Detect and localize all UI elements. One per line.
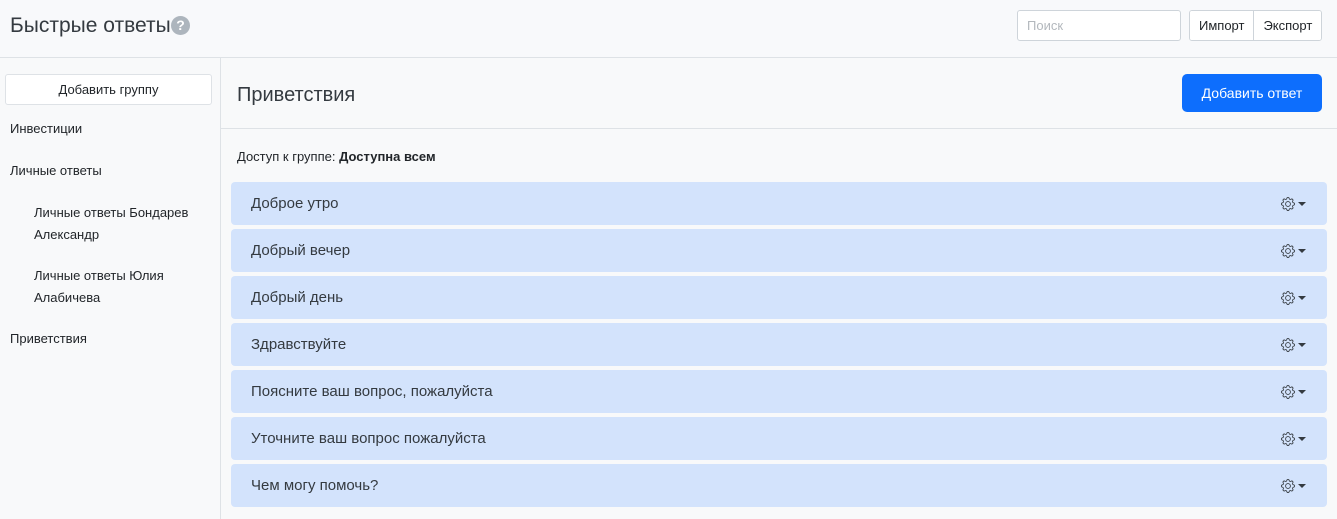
gear-icon	[1281, 244, 1295, 258]
gear-icon	[1281, 385, 1295, 399]
answer-label: Поясните ваш вопрос, пожалуйста	[251, 383, 493, 400]
sidebar-item-investments[interactable]: Инвестиции	[10, 118, 82, 140]
answer-row[interactable]: Доброе утро	[231, 182, 1327, 225]
row-settings-dropdown[interactable]	[1281, 195, 1309, 213]
answer-label: Добрый день	[251, 289, 344, 306]
gear-icon	[1281, 291, 1295, 305]
gear-icon	[1281, 197, 1295, 211]
answer-label: Чем могу помочь?	[251, 477, 379, 494]
answer-row[interactable]: Добрый день	[231, 276, 1327, 319]
answer-label: Доброе утро	[251, 195, 339, 212]
chevron-down-icon	[1298, 202, 1306, 206]
group-header: Приветствия Добавить ответ	[221, 58, 1337, 129]
import-button[interactable]: Импорт	[1190, 11, 1254, 40]
gear-icon	[1281, 479, 1295, 493]
gear-icon	[1281, 338, 1295, 352]
answer-row[interactable]: Чем могу помочь?	[231, 464, 1327, 507]
add-group-button[interactable]: Добавить группу	[5, 74, 212, 105]
question-circle-icon[interactable]: ?	[171, 16, 190, 35]
chevron-down-icon	[1298, 437, 1306, 441]
answer-row[interactable]: Здравствуйте	[231, 323, 1327, 366]
add-answer-button[interactable]: Добавить ответ	[1182, 74, 1322, 112]
chevron-down-icon	[1298, 296, 1306, 300]
answer-row[interactable]: Добрый вечер	[231, 229, 1327, 272]
row-settings-dropdown[interactable]	[1281, 289, 1309, 307]
access-value: Доступна всем	[339, 149, 436, 164]
answer-row[interactable]: Поясните ваш вопрос, пожалуйста	[231, 370, 1327, 413]
chevron-down-icon	[1298, 484, 1306, 488]
answer-label: Добрый вечер	[251, 242, 351, 259]
row-settings-dropdown[interactable]	[1281, 242, 1309, 260]
top-bar: Быстрые ответы ? Импорт Экспорт	[0, 0, 1337, 58]
sidebar: Добавить группу Инвестиции Личные ответы…	[0, 58, 221, 519]
row-settings-dropdown[interactable]	[1281, 477, 1309, 495]
gear-icon	[1281, 432, 1295, 446]
answer-label: Здравствуйте	[251, 336, 347, 353]
row-settings-dropdown[interactable]	[1281, 430, 1309, 448]
chevron-down-icon	[1298, 390, 1306, 394]
sidebar-item-greetings[interactable]: Приветствия	[10, 328, 87, 350]
page-title: Быстрые ответы	[10, 14, 171, 37]
chevron-down-icon	[1298, 249, 1306, 253]
group-access: Доступ к группе: Доступна всем	[237, 149, 436, 164]
row-settings-dropdown[interactable]	[1281, 383, 1309, 401]
search-input[interactable]	[1017, 10, 1181, 41]
group-title: Приветствия	[237, 84, 356, 106]
answer-row[interactable]: Уточните ваш вопрос пожалуйста	[231, 417, 1327, 460]
answer-label: Уточните ваш вопрос пожалуйста	[251, 430, 486, 447]
sidebar-item-personal-alabicheva[interactable]: Личные ответы Юлия Алабичева	[34, 265, 204, 309]
chevron-down-icon	[1298, 343, 1306, 347]
import-export-group: Импорт Экспорт	[1189, 10, 1323, 41]
row-settings-dropdown[interactable]	[1281, 336, 1309, 354]
sidebar-item-personal-answers[interactable]: Личные ответы	[10, 160, 102, 182]
access-label: Доступ к группе:	[237, 149, 336, 164]
export-button[interactable]: Экспорт	[1253, 11, 1322, 40]
sidebar-item-personal-bondarev[interactable]: Личные ответы Бондарев Александр	[34, 202, 204, 246]
